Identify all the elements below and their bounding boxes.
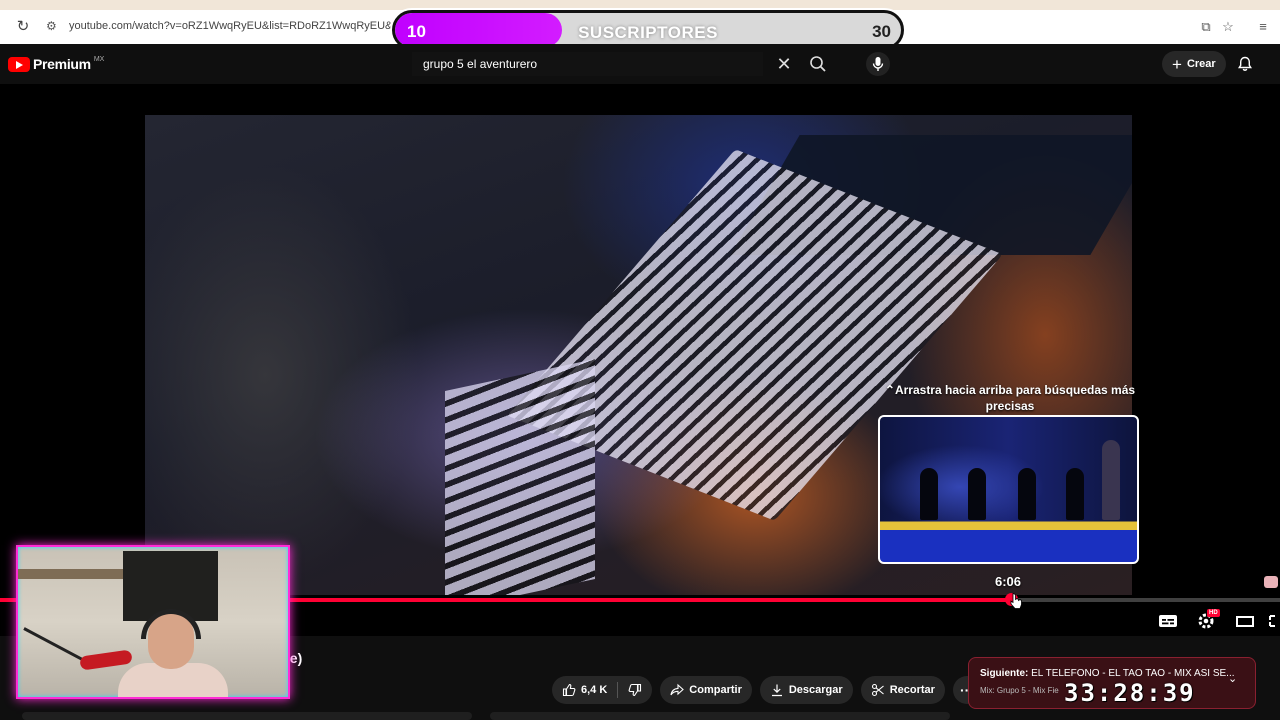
bookmark-star-icon[interactable]: ☆ — [1220, 19, 1236, 35]
microphone-icon[interactable] — [866, 52, 890, 76]
search-bar: ✕ — [412, 52, 890, 76]
seek-preview-thumbnail — [878, 415, 1139, 564]
comments-placeholder — [490, 712, 950, 720]
chevron-down-icon[interactable]: ⌄ — [1228, 672, 1237, 685]
streamer-webcam — [16, 545, 290, 699]
region-code: MX — [93, 55, 105, 63]
webcam-shelf — [18, 569, 123, 579]
webcam-mic-arm — [23, 627, 87, 663]
logo-text: Premium — [33, 56, 91, 72]
channel-watermark-icon[interactable] — [1264, 576, 1278, 588]
seek-preview-time: 6:06 — [994, 574, 1022, 589]
clip-button[interactable]: Recortar — [860, 676, 945, 704]
dislike-button[interactable] — [618, 676, 652, 704]
youtube-logo[interactable]: Premium MX — [8, 56, 104, 72]
reading-list-icon[interactable]: ≡ — [1255, 19, 1271, 35]
up-next-subtitle: Mix: Grupo 5 - Mix Fie — [980, 686, 1059, 695]
like-count: 6,4 K — [581, 684, 608, 696]
video-keyboard-lower — [445, 359, 595, 595]
youtube-header: Premium MX ✕ + Crear — [0, 44, 1280, 84]
fullscreen-icon[interactable] — [1268, 612, 1280, 630]
theater-mode-icon[interactable] — [1234, 612, 1256, 630]
cast-icon[interactable]: ⧉ — [1198, 19, 1214, 35]
youtube-play-icon — [8, 56, 30, 72]
create-button[interactable]: + Crear — [1162, 51, 1226, 77]
share-label: Compartir — [689, 684, 742, 696]
search-input[interactable] — [412, 52, 763, 76]
subtitles-icon[interactable] — [1157, 612, 1179, 630]
subscriber-goal-label: SUSCRIPTORES — [578, 23, 718, 42]
up-next-title: EL TELEFONO - EL TAO TAO - MIX ASI SE... — [1031, 668, 1235, 679]
clip-label: Recortar — [889, 684, 935, 696]
thumbnail-figure — [920, 468, 938, 520]
download-button[interactable]: Descargar — [759, 676, 853, 704]
scissors-icon — [871, 683, 884, 697]
video-actions: 6,4 K Compartir Descargar Recortar ··· — [552, 676, 981, 704]
like-dislike-group: 6,4 K — [552, 676, 653, 704]
mouse-cursor-icon — [1010, 592, 1023, 609]
thumbnail-figure — [1102, 440, 1120, 520]
thumbs-down-icon — [628, 683, 642, 697]
hd-badge: HD — [1207, 609, 1220, 617]
share-icon — [670, 683, 685, 696]
thumbs-up-icon — [562, 683, 576, 697]
create-label: Crear — [1186, 58, 1216, 70]
download-icon — [771, 684, 782, 697]
address-bar[interactable]: youtube.com/watch?v=oRZ1WwqRyEU&list=RDo… — [69, 20, 430, 32]
plus-icon: + — [1172, 54, 1182, 74]
thumbnail-figure — [1018, 468, 1036, 520]
stream-timer: 33:28:39 — [1064, 679, 1196, 707]
thumbnail-figure — [1066, 468, 1084, 520]
reload-icon[interactable]: ↻ — [14, 18, 32, 36]
thumbnail-figure — [968, 468, 986, 520]
up-next-label: Siguiente: — [980, 668, 1029, 679]
search-icon[interactable] — [808, 54, 828, 74]
like-button[interactable]: 6,4 K — [552, 676, 617, 704]
download-label: Descargar — [788, 684, 843, 696]
notifications-bell-icon[interactable] — [1236, 55, 1254, 73]
clear-search-icon[interactable]: ✕ — [774, 54, 794, 74]
webcam-microphone — [79, 649, 133, 671]
up-next-title-line: Siguiente: EL TELEFONO - EL TAO TAO - MI… — [980, 668, 1235, 679]
subscriber-goal-track: 10 SUSCRIPTORES 30 — [395, 13, 901, 47]
share-button[interactable]: Compartir — [660, 676, 752, 704]
subscriber-goal-target: 30 — [872, 22, 891, 41]
seek-hint-text: ⌃Arrastra hacia arriba para búsquedas má… — [884, 383, 1136, 413]
site-settings-icon[interactable]: ⚙ — [46, 18, 62, 34]
description-placeholder — [22, 712, 472, 720]
